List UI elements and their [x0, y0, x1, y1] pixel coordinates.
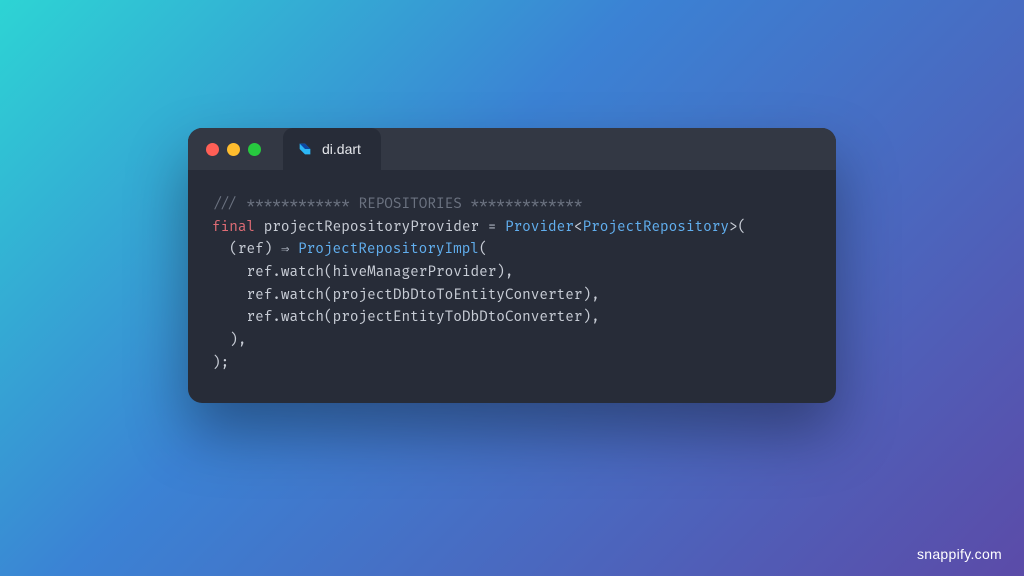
code-token: (	[479, 241, 488, 258]
code-line: );	[212, 353, 812, 376]
code-content: /// ************ REPOSITORIES **********…	[188, 170, 836, 403]
code-token: ),	[212, 332, 246, 349]
code-line: (ref) ⇒ ProjectRepositoryImpl(	[212, 239, 812, 262]
code-token: ProjectRepository	[583, 219, 729, 236]
code-line: ref.watch(hiveManagerProvider),	[212, 262, 812, 285]
code-token: ref.watch(projectDbDtoToEntityConverter)…	[212, 287, 600, 304]
attribution-label: snappify.com	[917, 546, 1002, 562]
minimize-icon[interactable]	[227, 143, 240, 156]
code-line: final projectRepositoryProvider = Provid…	[212, 217, 812, 240]
titlebar: di.dart	[188, 128, 836, 170]
code-line: /// ************ REPOSITORIES **********…	[212, 194, 812, 217]
code-line: ref.watch(projectDbDtoToEntityConverter)…	[212, 285, 812, 308]
code-line: ref.watch(projectEntityToDbDtoConverter)…	[212, 307, 812, 330]
code-editor-window: di.dart /// ************ REPOSITORIES **…	[188, 128, 836, 403]
code-token: ref.watch(hiveManagerProvider),	[212, 264, 514, 281]
code-token: ProjectRepositoryImpl	[298, 241, 479, 258]
maximize-icon[interactable]	[248, 143, 261, 156]
code-token: );	[212, 355, 229, 372]
code-line: ),	[212, 330, 812, 353]
code-token: (ref)	[212, 241, 281, 258]
code-token: >(	[729, 219, 746, 236]
code-token: projectRepositoryProvider	[255, 219, 488, 236]
code-token: final	[212, 219, 255, 236]
code-token	[496, 219, 505, 236]
dart-icon	[297, 141, 313, 157]
code-token	[289, 241, 298, 258]
code-token: Provider	[505, 219, 574, 236]
code-token: ref.watch(projectEntityToDbDtoConverter)…	[212, 309, 600, 326]
tab-file[interactable]: di.dart	[283, 128, 381, 170]
code-token: /// ************ REPOSITORIES **********…	[212, 196, 582, 213]
traffic-lights	[206, 143, 261, 156]
close-icon[interactable]	[206, 143, 219, 156]
code-token: <	[574, 219, 583, 236]
tab-filename: di.dart	[322, 141, 361, 157]
